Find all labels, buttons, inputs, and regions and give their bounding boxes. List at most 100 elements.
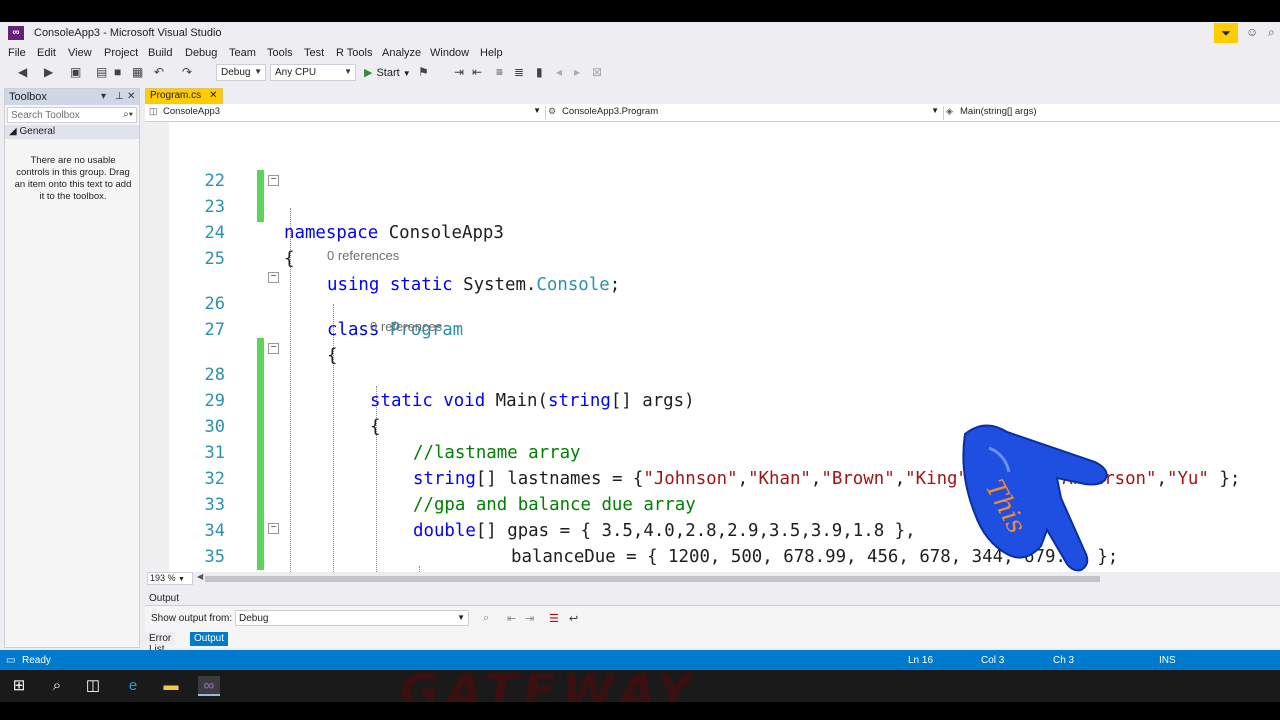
open-file-icon[interactable]: ▤: [96, 65, 107, 79]
menu-test[interactable]: Test: [304, 47, 324, 59]
status-insert-mode: INS: [1159, 655, 1176, 666]
scroll-left-icon[interactable]: ◀: [197, 572, 203, 581]
menu-debug[interactable]: Debug: [185, 47, 217, 59]
task-view-icon[interactable]: ◫: [82, 676, 104, 696]
play-icon: ▶: [364, 67, 373, 79]
solution-platform-select[interactable]: Any CPU ▼: [270, 64, 356, 81]
standard-toolbar: ◀ ▶ ▣ ▤ ■ ▦ ↶ ↷ Debug ▼ Any CPU ▼ ▶ Start ▼…: [0, 62, 1280, 84]
status-ready: Ready: [22, 655, 51, 666]
code-line: 26 class Program: [145, 265, 1280, 340]
method-icon: ◈: [946, 106, 953, 116]
codelens-references[interactable]: 0 references: [370, 319, 442, 334]
search-icon[interactable]: ⌕: [46, 676, 68, 696]
toolbox-empty-message: There are no usable controls in this gro…: [14, 155, 132, 202]
windows-start-icon[interactable]: ⊞: [8, 676, 30, 696]
status-char: Ch 3: [1053, 655, 1075, 666]
next-bookmark-icon[interactable]: ▸: [574, 65, 580, 79]
code-line: 24 {: [145, 194, 1280, 269]
zoom-select[interactable]: 193 % ▼: [147, 572, 193, 585]
menu-team[interactable]: Team: [229, 47, 256, 59]
menu-r-tools[interactable]: R Tools: [336, 47, 372, 59]
file-explorer-icon[interactable]: ▬: [160, 676, 182, 696]
start-debugging-button[interactable]: ▶ Start ▼: [364, 66, 411, 79]
find-message-icon[interactable]: ⌕: [483, 612, 489, 625]
windows-taskbar: GATEWAY ⊞ ⌕ ◫ e ▬ ∞: [0, 670, 1280, 702]
code-line: 25 using static System.Console;: [145, 220, 1280, 295]
menu-build[interactable]: Build: [148, 47, 172, 59]
toolbox-title: Toolbox: [9, 91, 47, 103]
bottom-black-border: [0, 702, 1280, 720]
bookmark-icon[interactable]: ▮: [536, 65, 543, 79]
filter-icon[interactable]: ⏷: [1214, 23, 1238, 43]
class-icon: ⚙: [548, 106, 557, 116]
close-icon[interactable]: ✕: [127, 91, 135, 102]
menu-file[interactable]: File: [8, 47, 26, 59]
chevron-down-icon: ▼: [533, 106, 541, 115]
edge-browser-icon[interactable]: e: [122, 676, 144, 696]
menu-help[interactable]: Help: [480, 47, 503, 59]
pointing-hand-overlay: This: [962, 424, 1108, 572]
type-dropdown[interactable]: ⚙ ConsoleApp3.Program ▼: [545, 106, 941, 120]
codelens-references[interactable]: 0 references: [327, 248, 399, 263]
clear-bookmarks-icon[interactable]: ⊠: [592, 65, 602, 79]
output-panel: Output Show output from: Debug ▼ ⌕ ⇤ ⇥ ☰ …: [145, 590, 1280, 648]
menu-view[interactable]: View: [68, 47, 92, 59]
visual-studio-window: ∞ ConsoleApp3 - Microsoft Visual Studio …: [0, 22, 1280, 655]
dropdown-icon[interactable]: ▾: [101, 91, 106, 102]
word-wrap-icon[interactable]: ↩: [569, 612, 578, 625]
close-icon[interactable]: ✕: [209, 90, 217, 101]
step-over-icon[interactable]: ⇤: [472, 65, 482, 79]
tab-program-cs[interactable]: Program.cs ✕: [145, 88, 223, 104]
toolbox-group-general[interactable]: ◢ General: [5, 125, 139, 139]
step-icon[interactable]: ⇥: [454, 65, 464, 79]
member-dropdown[interactable]: ◈ Main(string[] args): [943, 106, 1278, 120]
next-message-icon[interactable]: ⇥: [525, 612, 534, 625]
window-title: ConsoleApp3 - Microsoft Visual Studio: [34, 27, 222, 39]
document-tab-strip: Program.cs ✕: [145, 88, 1280, 104]
chevron-down-icon: ▼: [931, 106, 939, 115]
menu-edit[interactable]: Edit: [37, 47, 56, 59]
uncomment-icon[interactable]: ≣: [514, 65, 524, 79]
new-project-icon[interactable]: ▣: [70, 65, 81, 79]
back-icon[interactable]: ◀: [18, 65, 27, 79]
code-line: 22: [145, 142, 1280, 191]
feedback-icon[interactable]: ☺: [1246, 25, 1258, 39]
csharp-project-icon: ◫: [149, 106, 158, 116]
top-black-border: [0, 0, 1280, 22]
prev-bookmark-icon[interactable]: ◂: [556, 65, 562, 79]
clear-all-icon[interactable]: ☰: [549, 612, 559, 625]
menu-tools[interactable]: Tools: [267, 47, 293, 59]
project-dropdown[interactable]: ◫ ConsoleApp3 ▼: [147, 106, 543, 120]
comment-icon[interactable]: ≡: [496, 65, 503, 79]
quick-launch-search-icon[interactable]: ⌕: [1268, 25, 1275, 40]
horizontal-scrollbar[interactable]: [205, 576, 1100, 582]
chevron-down-icon: ▼: [344, 67, 352, 76]
navigation-bar: ◫ ConsoleApp3 ▼ ⚙ ConsoleApp3.Program ▼ ◈ Mai…: [145, 104, 1280, 122]
previous-message-icon[interactable]: ⇤: [507, 612, 516, 625]
redo-icon[interactable]: ↷: [182, 65, 192, 79]
status-column: Col 3: [981, 655, 1005, 666]
menu-analyze[interactable]: Analyze: [382, 47, 421, 59]
solution-config-select[interactable]: Debug ▼: [216, 64, 266, 81]
pin-icon[interactable]: ⊥: [115, 91, 124, 102]
output-toolbar: Show output from: Debug ▼ ⌕ ⇤ ⇥ ☰ ↩: [145, 608, 1280, 628]
tab-error-list[interactable]: Error List: [145, 632, 176, 655]
save-all-icon[interactable]: ▦: [132, 65, 143, 79]
visual-studio-taskbar-icon[interactable]: ∞: [198, 676, 220, 696]
menu-bar: File Edit View Project Build Debug Team …: [0, 44, 1280, 62]
code-editor[interactable]: − − − − 22 23 namespace ConsoleApp3 24 {…: [145, 122, 1280, 572]
editor-zoom-bar: 193 % ▼ ◀: [145, 572, 1280, 586]
save-icon[interactable]: ■: [114, 65, 121, 79]
menu-window[interactable]: Window: [430, 47, 469, 59]
undo-icon[interactable]: ↶: [154, 65, 164, 79]
tab-output[interactable]: Output: [190, 632, 229, 646]
menu-project[interactable]: Project: [104, 47, 138, 59]
output-source-select[interactable]: Debug ▼: [235, 610, 469, 626]
forward-icon[interactable]: ▶: [44, 65, 53, 79]
chevron-down-icon: ▼: [178, 576, 185, 583]
code-line: 30 //lastname array: [145, 388, 1280, 463]
status-bar: ▭ Ready Ln 16 Col 3 Ch 3 INS: [0, 650, 1280, 670]
background-watermark: GATEWAY: [400, 670, 698, 702]
toolbox-search-input[interactable]: Search Toolbox ⌕▾: [7, 107, 137, 123]
browser-link-icon[interactable]: ⚑: [418, 65, 429, 79]
